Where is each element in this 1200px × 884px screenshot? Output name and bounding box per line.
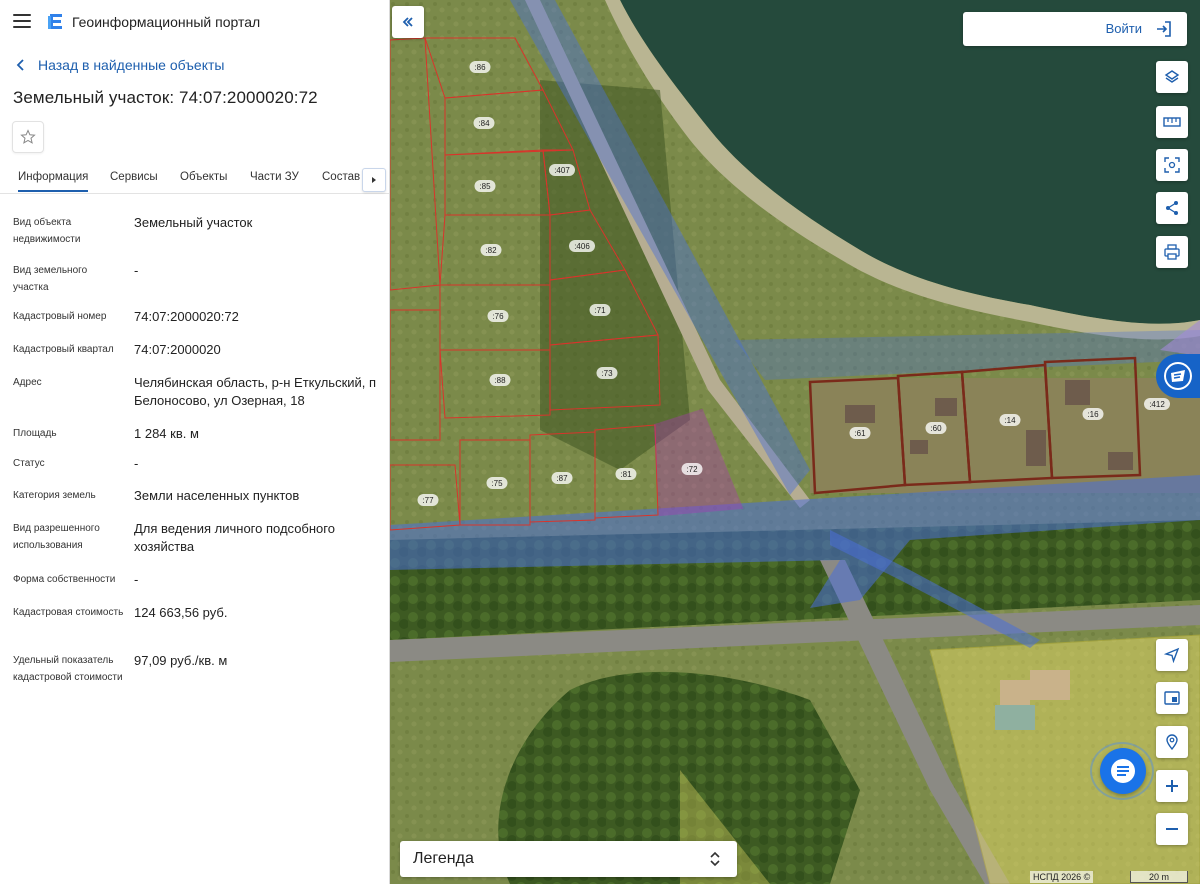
property-value: 74:07:2000020:72 (134, 309, 239, 324)
page-title: Земельный участок: 74:07:2000020:72 (13, 88, 318, 107)
login-button[interactable]: Войти (963, 12, 1187, 46)
star-icon (20, 129, 36, 144)
triangle-right-icon (372, 177, 376, 183)
legend-label: Легенда (413, 850, 474, 867)
property-value: 1 284 кв. м (134, 426, 199, 441)
favorite-button[interactable] (12, 121, 44, 153)
parcel-label[interactable]: :71 (594, 306, 606, 315)
tab-composition[interactable]: Состав (322, 171, 360, 183)
back-link[interactable]: Назад в найденные объекты (14, 56, 224, 74)
property-key: Кадастровый квартал (13, 344, 114, 355)
portal-badge-icon (1164, 362, 1192, 390)
property-key: Вид разрешенного использования (13, 523, 100, 551)
property-key: Категория земель (13, 490, 96, 501)
tab-services[interactable]: Сервисы (110, 171, 158, 183)
login-icon (1157, 21, 1171, 37)
property-value: Земельный участок (134, 215, 253, 230)
property-value: 97,09 руб./кв. м (134, 653, 228, 668)
share-button[interactable] (1156, 192, 1188, 224)
search-location-icon (1166, 734, 1178, 750)
scale-bar: 20 m (1130, 871, 1188, 883)
property-key: Статус (13, 458, 45, 469)
parcel-label[interactable]: :76 (492, 312, 504, 321)
parcel-label[interactable]: :407 (554, 166, 570, 175)
map-attribution: НСПД 2026 © (1030, 871, 1094, 883)
tab-objects[interactable]: Объекты (180, 171, 227, 183)
expand-icon (710, 851, 720, 867)
tab-information[interactable]: Информация (18, 171, 89, 192)
parcel-label[interactable]: :406 (574, 242, 590, 251)
print-icon (1164, 244, 1180, 260)
parcel-label[interactable]: :88 (494, 376, 506, 385)
minimap-button[interactable] (1156, 682, 1188, 714)
property-value: - (134, 456, 139, 471)
parcel-label[interactable]: :81 (620, 470, 632, 479)
parcel-label[interactable]: :72 (686, 465, 698, 474)
chat-button[interactable] (1100, 748, 1146, 794)
chevron-left-icon (16, 59, 24, 71)
menu-icon[interactable] (13, 14, 31, 28)
parcel-label[interactable]: :86 (474, 63, 486, 72)
property-key: Вид объекта недвижимости (13, 217, 81, 245)
info-panel: Геоинформационный портал Назад в найденн… (0, 0, 390, 884)
print-button[interactable] (1156, 236, 1188, 268)
share-icon (1166, 201, 1178, 215)
login-label: Войти (1105, 21, 1142, 36)
ruler-icon (1163, 117, 1181, 127)
property-value: Земли населенных пунктов (134, 488, 300, 503)
property-value: Челябинская область, р-н Еткульский, п Б… (134, 375, 377, 408)
parcel-label[interactable]: :84 (478, 119, 490, 128)
parcel-label[interactable]: :412 (1149, 400, 1165, 409)
gov-services-badge[interactable] (1156, 354, 1200, 398)
property-key: Кадастровая стоимость (13, 607, 124, 618)
property-value: - (134, 263, 139, 278)
app-title: Геоинформационный портал (72, 14, 261, 30)
parcel-label[interactable]: :14 (1004, 416, 1016, 425)
property-key: Кадастровый номер (13, 311, 107, 322)
property-key: Адрес (13, 377, 42, 388)
zoom-in-icon (1166, 780, 1178, 792)
parcel-label[interactable]: :61 (854, 429, 866, 438)
double-chevron-left-icon (402, 17, 413, 27)
parcel-label[interactable]: :75 (491, 479, 503, 488)
property-key: Удельный показатель кадастровой стоимост… (13, 655, 123, 683)
locate-button[interactable] (1156, 639, 1188, 671)
tabs-scroll-right-button[interactable] (362, 168, 386, 192)
layers-icon (1164, 70, 1180, 83)
zoom-out-icon (1166, 828, 1178, 830)
property-value: 74:07:2000020 (134, 342, 221, 357)
portal-logo-icon (48, 14, 62, 29)
locate-icon (1164, 647, 1180, 663)
layers-button[interactable] (1156, 61, 1188, 93)
property-value: 124 663,56 руб. (134, 605, 228, 620)
tab-parcel-parts[interactable]: Части ЗУ (250, 171, 299, 183)
zoom-out-button[interactable] (1156, 813, 1188, 845)
zoom-in-button[interactable] (1156, 770, 1188, 802)
property-key: Вид земельного участка (13, 265, 88, 293)
parcel-label[interactable]: :77 (422, 496, 434, 505)
minimap-icon (1164, 691, 1180, 705)
parcel-label[interactable]: :73 (601, 369, 613, 378)
top-bar: Геоинформационный портал (0, 0, 389, 44)
parcel-label[interactable]: :82 (485, 246, 497, 255)
collapse-panel-button[interactable] (392, 6, 424, 38)
parcel-label[interactable]: :60 (930, 424, 942, 433)
property-key: Площадь (13, 428, 57, 439)
search-location-button[interactable] (1156, 726, 1188, 758)
parcel-label[interactable]: :16 (1087, 410, 1099, 419)
parcel-label[interactable]: :87 (556, 474, 568, 483)
ruler-button[interactable] (1156, 106, 1188, 138)
tab-bar: Информация Сервисы Объекты Части ЗУ Сост… (0, 164, 389, 194)
select-area-icon (1164, 157, 1180, 173)
property-key: Форма собственности (13, 574, 116, 585)
chat-icon (1111, 759, 1135, 783)
back-link-label: Назад в найденные объекты (38, 57, 225, 73)
select-area-button[interactable] (1156, 149, 1188, 181)
parcel-label[interactable]: :85 (479, 182, 491, 191)
legend-dropdown[interactable]: Легенда (400, 841, 737, 877)
satellite-map[interactable]: :86 :84 :85 :407 :82 :406 :76 :71 :88 :73 :75 :87 :8… (390, 0, 1200, 884)
property-value: - (134, 572, 139, 587)
map-view[interactable]: :86 :84 :85 :407 :82 :406 :76 :71 :88 :73 :75 :87 :8… (390, 0, 1200, 884)
property-value: Для ведения личного подсобного хозяйства (134, 521, 335, 554)
